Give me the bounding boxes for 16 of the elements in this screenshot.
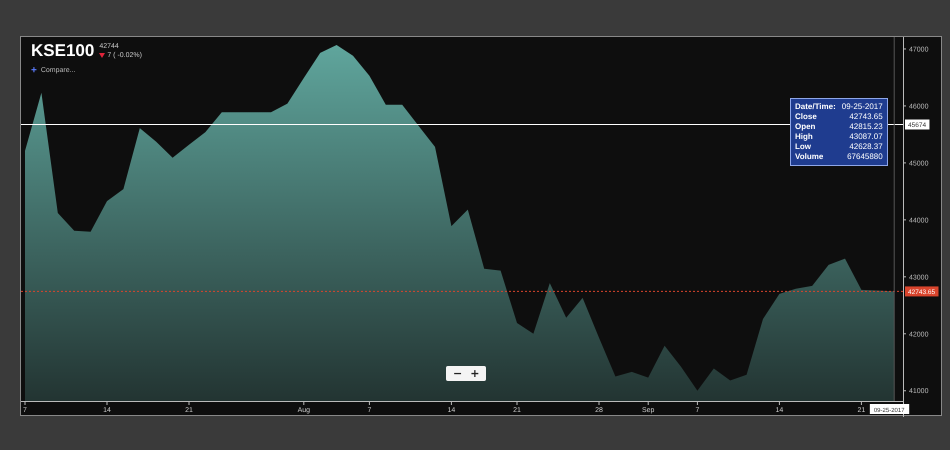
tooltip-label: Date/Time: xyxy=(795,102,836,112)
plus-icon[interactable]: + xyxy=(31,65,37,76)
tooltip-value: 09-25-2017 xyxy=(842,102,883,112)
tooltip-value: 42743.65 xyxy=(848,112,883,122)
tooltip-label: Volume xyxy=(795,152,824,162)
tooltip-label: Low xyxy=(795,142,812,152)
symbol-title: KSE100 xyxy=(31,41,94,61)
tooltip-label: High xyxy=(795,132,814,142)
zoom-in-button[interactable]: + xyxy=(467,367,482,380)
tooltip-label: Open xyxy=(795,122,816,132)
tooltip-value: 43087.07 xyxy=(848,132,883,142)
tooltip-value: 42815.23 xyxy=(848,122,883,132)
tooltip-value: 42628.37 xyxy=(848,142,883,152)
tooltip-label: Close xyxy=(795,112,818,122)
zoom-out-button[interactable]: − xyxy=(450,367,466,380)
tooltip-value: 67645880 xyxy=(846,152,883,162)
